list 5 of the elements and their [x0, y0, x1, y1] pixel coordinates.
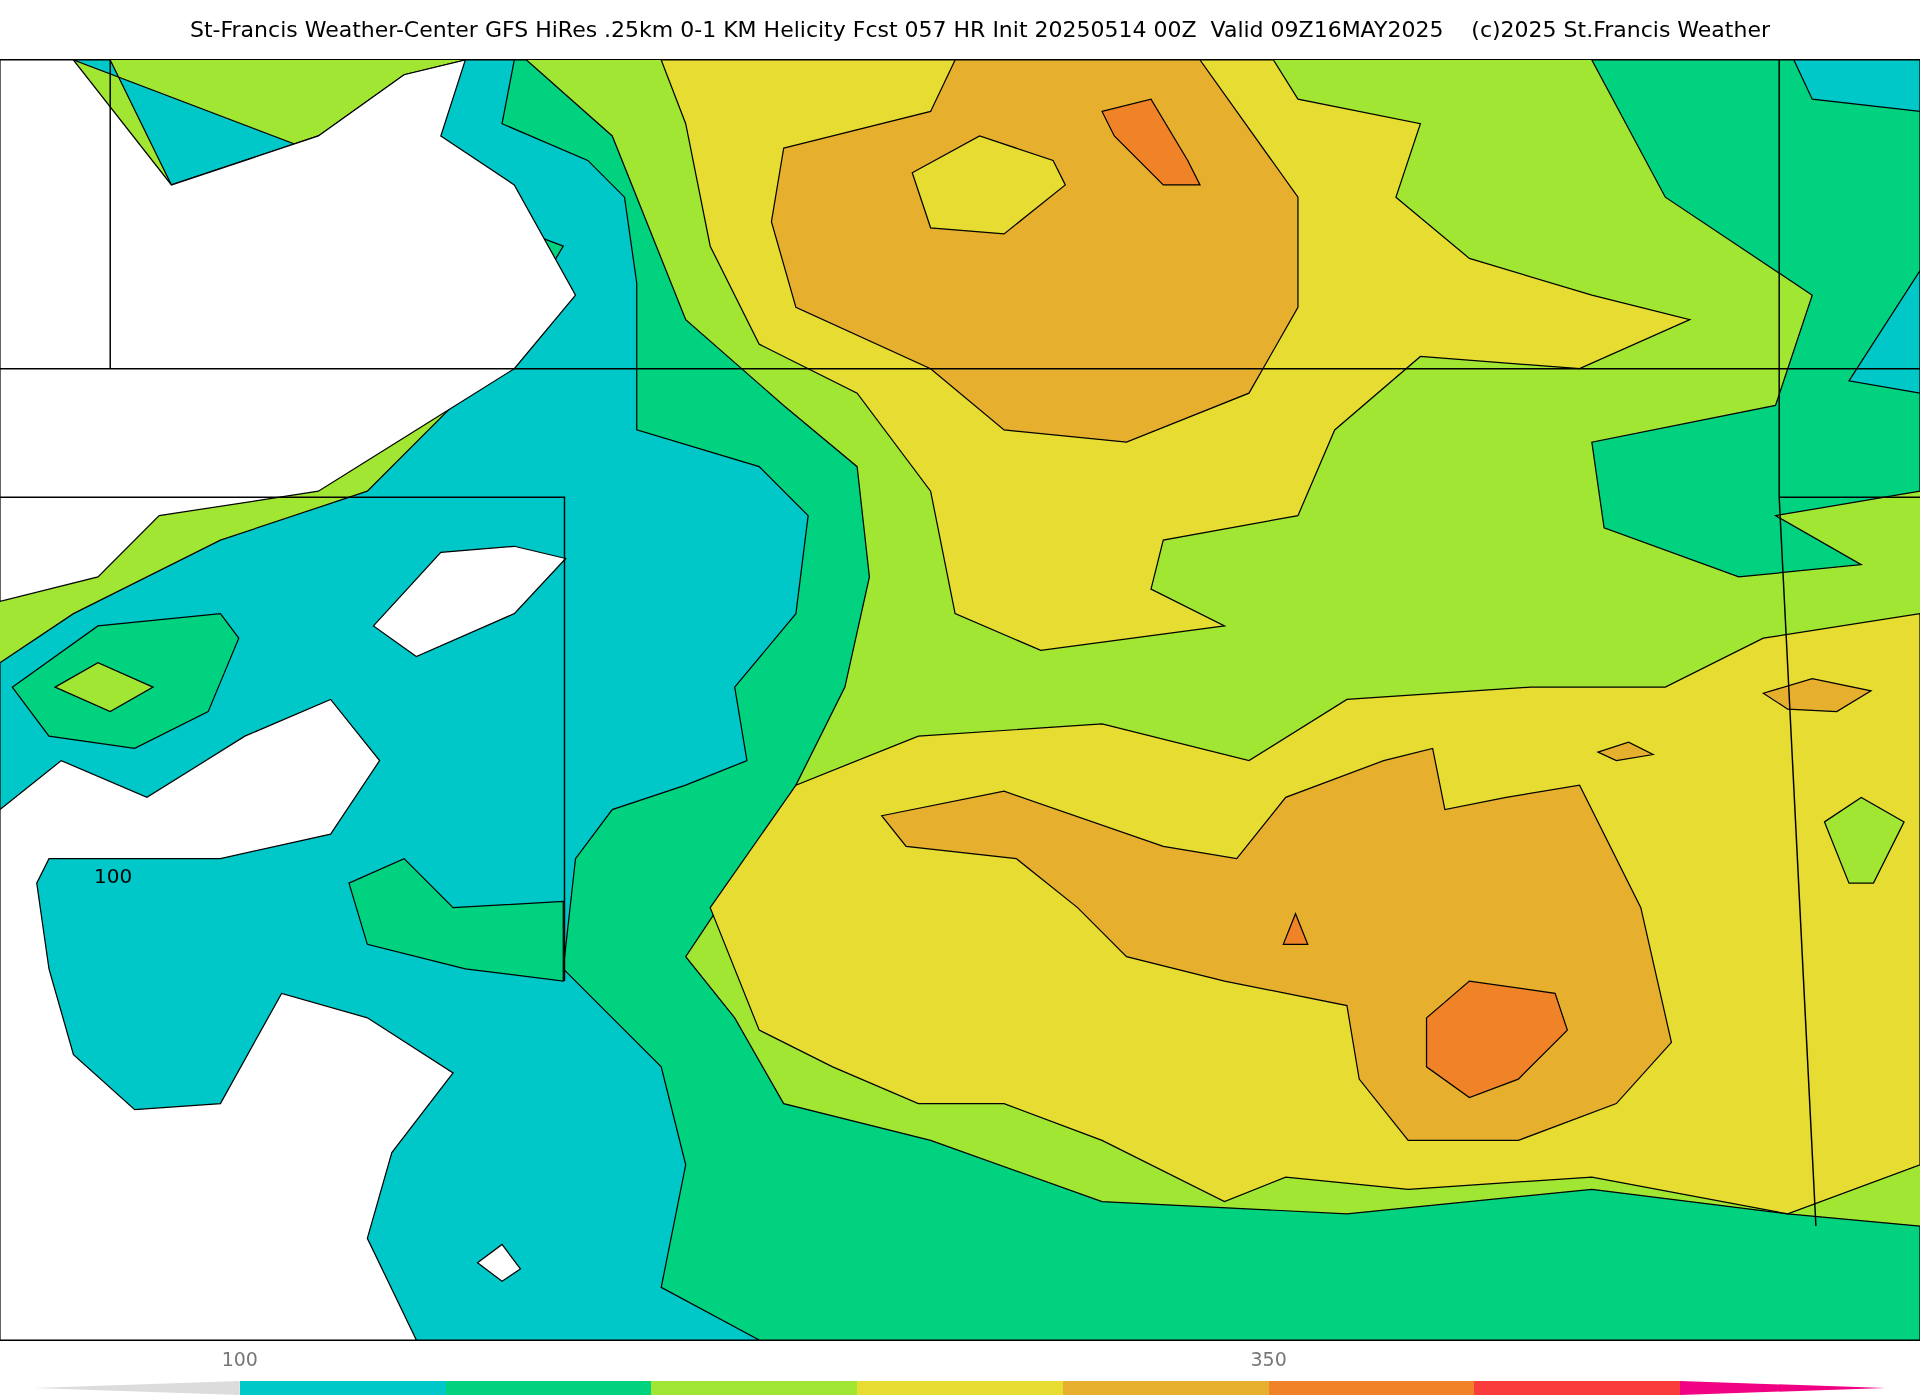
colorbar-tick-label: 350	[1250, 1347, 1287, 1371]
map-title: St-Francis Weather-Center GFS HiRes .25km 0-1 KM Helicity Fcst 057 HR Init 20250514 00Z Valid 09Z16MAY2025 (c)2025 St.Francis Weather	[189, 16, 1771, 44]
colorbar-tick-label: 100	[221, 1347, 258, 1371]
contour-label: 100	[94, 866, 133, 886]
contour-area	[476, 1243, 522, 1282]
